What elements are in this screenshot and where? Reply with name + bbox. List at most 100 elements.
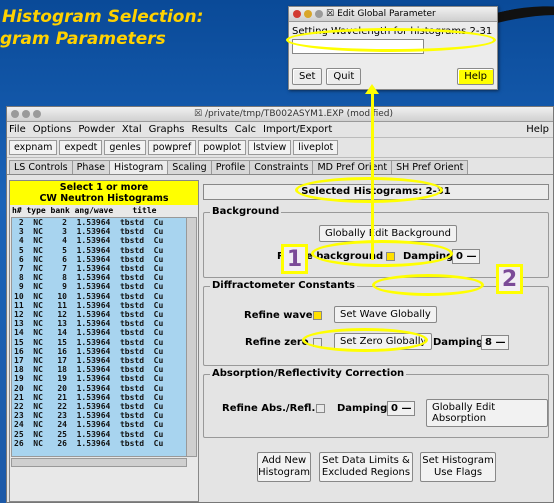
x11-icon: ☒ — [326, 9, 335, 19]
absorption-damping-menu[interactable]: 0 — — [387, 401, 416, 416]
absorption-damping-label: Damping — [337, 403, 388, 414]
window-titlebar: ☒ /private/tmp/TB002ASYM1.EXP (modified) — [7, 107, 553, 122]
zoom-icon[interactable] — [33, 110, 41, 118]
menu-help[interactable]: Help — [526, 124, 549, 135]
set-histogram-use-flags-button[interactable]: Set Histogram Use Flags — [420, 452, 496, 482]
menu-graphs[interactable]: Graphs — [149, 124, 185, 135]
histogram-row[interactable]: 10 NC 10 1.53964 tbstd Cu — [12, 292, 186, 301]
tab-bar: LS Controls Phase Histogram Scaling Prof… — [7, 158, 553, 175]
histogram-row[interactable]: 25 NC 25 1.53964 tbstd Cu — [12, 430, 186, 439]
diffractometer-damping-label: Damping — [433, 337, 484, 348]
menu-file[interactable]: File — [9, 124, 26, 135]
genles-button[interactable]: genles — [104, 140, 146, 155]
histogram-row[interactable]: 24 NC 24 1.53964 tbstd Cu — [12, 420, 186, 429]
callout-arrow-head — [365, 84, 379, 94]
horizontal-scrollbar[interactable] — [11, 458, 187, 467]
quit-button[interactable]: Quit — [326, 68, 362, 85]
histogram-row[interactable]: 7 NC 7 1.53964 tbstd Cu — [12, 264, 186, 273]
set-wave-globally-button[interactable]: Set Wave Globally — [334, 306, 437, 323]
set-data-limits-button[interactable]: Set Data Limits & Excluded Regions — [319, 452, 413, 482]
histogram-row[interactable]: 17 NC 17 1.53964 tbstd Cu — [12, 356, 186, 365]
tab-scaling[interactable]: Scaling — [167, 160, 212, 174]
tab-sh-pref-orient[interactable]: SH Pref Orient — [391, 160, 469, 174]
callout-number-2: 2 — [496, 264, 523, 294]
chevron-down-icon: — — [401, 403, 412, 414]
histogram-row[interactable]: 18 NC 18 1.53964 tbstd Cu — [12, 365, 186, 374]
menu-xtal[interactable]: Xtal — [122, 124, 142, 135]
selected-histograms-highlight — [295, 177, 443, 203]
histogram-row[interactable]: 5 NC 5 1.53964 tbstd Cu — [12, 246, 186, 255]
chevron-down-icon: — — [466, 251, 477, 262]
add-new-histogram-button[interactable]: Add New Histogram — [257, 452, 311, 482]
minimize-icon[interactable] — [22, 110, 30, 118]
histogram-list-columns: h# type bank ang/wave title — [12, 206, 157, 215]
liveplot-button[interactable]: liveplot — [293, 140, 339, 155]
close-icon[interactable] — [11, 110, 19, 118]
histogram-row[interactable]: 15 NC 15 1.53964 tbstd Cu — [12, 338, 186, 347]
refine-absorption-checkbox[interactable] — [316, 404, 325, 413]
lstview-button[interactable]: lstview — [248, 140, 292, 155]
slide-title: Histogram Selection: gram Parameters — [0, 7, 204, 49]
menu-powder[interactable]: Powder — [78, 124, 115, 135]
dialog-title: Edit Global Parameter — [337, 9, 436, 19]
minimize-icon[interactable] — [304, 10, 312, 18]
powplot-button[interactable]: powplot — [198, 140, 247, 155]
window-title: /private/tmp/TB002ASYM1.EXP (modified) — [204, 109, 394, 119]
edit-background-highlight — [311, 240, 453, 267]
expedt-button[interactable]: expedt — [59, 140, 103, 155]
histogram-row[interactable]: 2 NC 2 1.53964 tbstd Cu — [12, 218, 186, 227]
vertical-scrollbar[interactable] — [186, 217, 197, 457]
histogram-row[interactable]: 9 NC 9 1.53964 tbstd Cu — [12, 282, 186, 291]
zoom-icon[interactable] — [315, 10, 323, 18]
menu-results[interactable]: Results — [192, 124, 228, 135]
callout-arrow-line — [371, 88, 374, 260]
menu-calc[interactable]: Calc — [235, 124, 256, 135]
expnam-button[interactable]: expnam — [9, 140, 58, 155]
absorption-legend: Absorption/Reflectivity Correction — [210, 368, 407, 379]
menubar: File Options Powder Xtal Graphs Results … — [7, 122, 553, 138]
histogram-row[interactable]: 23 NC 23 1.53964 tbstd Cu — [12, 411, 186, 420]
histogram-row[interactable]: 14 NC 14 1.53964 tbstd Cu — [12, 328, 186, 337]
histogram-listbox[interactable]: 2 NC 2 1.53964 tbstd Cu 3 NC 3 1.53964 t… — [11, 217, 187, 457]
histogram-row[interactable]: 3 NC 3 1.53964 tbstd Cu — [12, 227, 186, 236]
close-icon[interactable] — [293, 10, 301, 18]
histogram-row[interactable]: 12 NC 12 1.53964 tbstd Cu — [12, 310, 186, 319]
histogram-row[interactable]: 22 NC 22 1.53964 tbstd Cu — [12, 402, 186, 411]
histogram-row[interactable]: 16 NC 16 1.53964 tbstd Cu — [12, 347, 186, 356]
menu-import-export[interactable]: Import/Export — [263, 124, 332, 135]
refine-absorption-label: Refine Abs./Refl. — [222, 403, 316, 414]
help-button[interactable]: Help — [457, 68, 494, 85]
dialog-titlebar: ☒ Edit Global Parameter — [289, 7, 497, 22]
tab-profile[interactable]: Profile — [210, 160, 251, 174]
diffractometer-legend: Diffractometer Constants — [210, 280, 357, 291]
diffractometer-damping-menu[interactable]: 8 — — [481, 335, 510, 350]
x11-icon: ☒ — [194, 109, 205, 119]
tab-constraints[interactable]: Constraints — [249, 160, 314, 174]
histogram-row[interactable]: 4 NC 4 1.53964 tbstd Cu — [12, 236, 186, 245]
powpref-button[interactable]: powpref — [147, 140, 197, 155]
histogram-row[interactable]: 11 NC 11 1.53964 tbstd Cu — [12, 301, 186, 310]
tab-md-pref-orient[interactable]: MD Pref Orient — [312, 160, 393, 174]
histogram-row[interactable]: 8 NC 8 1.53964 tbstd Cu — [12, 273, 186, 282]
refine-zero-label: Refine zero — [245, 337, 309, 348]
menu-options[interactable]: Options — [33, 124, 72, 135]
globally-edit-absorption-button[interactable]: Globally Edit Absorption — [426, 399, 548, 427]
histogram-row[interactable]: 21 NC 21 1.53964 tbstd Cu — [12, 393, 186, 402]
refine-wave-checkbox[interactable] — [313, 311, 322, 320]
histogram-row[interactable]: 20 NC 20 1.53964 tbstd Cu — [12, 384, 186, 393]
callout-number-1: 1 — [281, 244, 308, 274]
tab-histogram[interactable]: Histogram — [109, 160, 169, 174]
expgui-window: ☒ /private/tmp/TB002ASYM1.EXP (modified)… — [6, 106, 554, 503]
histogram-row[interactable]: 19 NC 19 1.53964 tbstd Cu — [12, 374, 186, 383]
histogram-row[interactable]: 26 NC 26 1.53964 tbstd Cu — [12, 439, 186, 448]
tab-ls-controls[interactable]: LS Controls — [9, 160, 73, 174]
histogram-row[interactable]: 13 NC 13 1.53964 tbstd Cu — [12, 319, 186, 328]
histogram-row[interactable]: 6 NC 6 1.53964 tbstd Cu — [12, 255, 186, 264]
damping-highlight — [372, 274, 484, 296]
background-damping-menu[interactable]: 0 — — [452, 249, 481, 264]
toolbar: expnam expedt genles powpref powplot lst… — [7, 138, 553, 158]
set-button[interactable]: Set — [292, 68, 323, 85]
chevron-down-icon: — — [495, 337, 506, 348]
histogram-list-header: Select 1 or more CW Neutron Histograms — [10, 181, 198, 205]
tab-phase[interactable]: Phase — [71, 160, 111, 174]
